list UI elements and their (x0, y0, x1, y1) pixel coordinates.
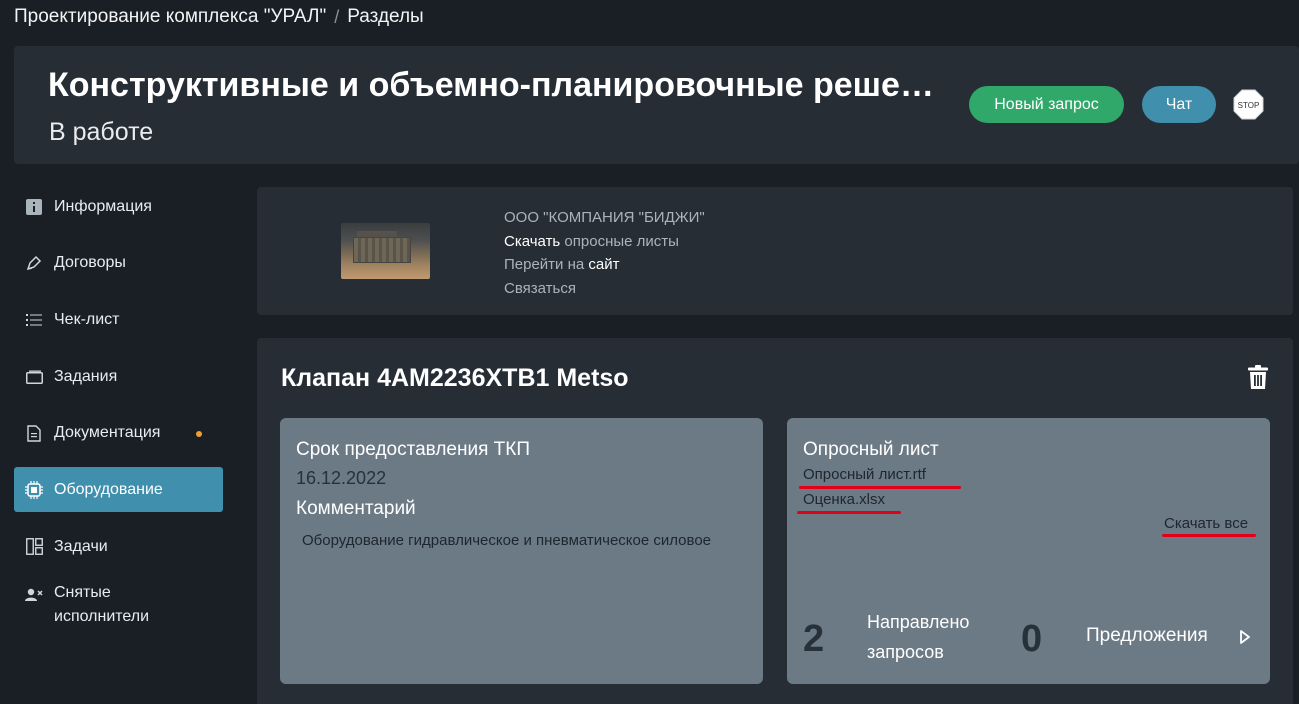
equipment-thumbnail (341, 223, 430, 279)
chevron-right-icon[interactable] (1239, 629, 1251, 645)
sent-label: Направлено запросов (867, 607, 969, 667)
notification-dot (196, 430, 202, 437)
goto-prefix: Перейти на (504, 256, 589, 273)
file-link-rtf[interactable]: Опросный лист.rtf (803, 466, 926, 483)
comment-value: Оборудование гидравлическое и пневматиче… (302, 532, 712, 549)
stop-button[interactable]: STOP (1233, 89, 1264, 120)
file-link-xlsx[interactable]: Оценка.xlsx (803, 491, 885, 508)
stop-label: STOP (1238, 101, 1260, 110)
sidebar-item-label: Задачи (54, 537, 108, 555)
page-status: В работе (49, 118, 154, 146)
contact-link[interactable]: Связаться (504, 277, 705, 301)
sidebar-item-label: Договоры (54, 254, 126, 272)
download-questionnaires-link[interactable]: Скачать опросные листы (504, 230, 705, 254)
deadline-value: 16.12.2022 (296, 468, 387, 488)
sidebar-item-documentation[interactable]: Документация (14, 411, 223, 456)
breadcrumb-separator: / (334, 6, 340, 27)
sidebar-item-label: Документация (54, 424, 161, 442)
breadcrumb-current[interactable]: Разделы (347, 6, 423, 28)
sidebar-item-equipment[interactable]: Оборудование (14, 467, 223, 513)
offers-count: 0 (1021, 618, 1043, 660)
sidebar-item-removed-executors[interactable]: Снятые исполнители (14, 581, 223, 643)
site-word[interactable]: сайт (588, 256, 619, 273)
sidebar-item-contracts[interactable]: Договоры (14, 241, 223, 286)
header-panel: Конструктивные и объемно-планировочные р… (14, 46, 1299, 164)
sidebar-item-tasks[interactable]: Задачи (14, 524, 223, 569)
user-remove-icon (24, 585, 44, 605)
download-all-link[interactable]: Скачать все (1164, 515, 1248, 532)
sidebar-item-label: Снятые исполнители (54, 583, 150, 625)
red-highlight-rtf (799, 486, 961, 489)
sidebar-item-label: Оборудование (54, 480, 163, 498)
checklist-icon (24, 310, 44, 330)
offers-link[interactable]: Предложения (1086, 625, 1208, 647)
equipment-card: Клапан 4AM2236XTB1 Metso Срок предоставл… (257, 338, 1293, 704)
sidebar-item-assignments[interactable]: Задания (14, 354, 223, 399)
breadcrumb: Проектирование комплекса "УРАЛ" / Раздел… (14, 6, 424, 28)
download-rest: опросные листы (560, 232, 679, 250)
deadline-label: Срок предоставления ТКП (296, 439, 530, 460)
sidebar-item-checklist[interactable]: Чек-лист (14, 297, 223, 342)
questionnaire-card: Опросный лист Опросный лист.rtf Оценка.x… (787, 418, 1270, 684)
new-request-button[interactable]: Новый запрос (969, 86, 1124, 123)
info-icon (24, 197, 44, 217)
chip-icon (24, 480, 44, 500)
company-name: ООО "КОМПАНИЯ "БИДЖИ" (504, 209, 705, 226)
document-icon (24, 423, 44, 443)
equipment-title: Клапан 4AM2236XTB1 Metso (281, 364, 629, 392)
sent-count: 2 (803, 618, 825, 660)
sidebar-item-info[interactable]: Информация (14, 184, 223, 229)
tasks-folder-icon (24, 367, 44, 387)
questionnaire-label: Опросный лист (803, 439, 939, 460)
sidebar: Информация Договоры Чек-лист Задания Док… (14, 184, 223, 655)
pen-icon (24, 253, 44, 273)
sidebar-item-label: Чек-лист (54, 310, 120, 328)
stop-sign-icon: STOP (1233, 89, 1264, 120)
sidebar-item-label: Информация (54, 197, 152, 215)
sidebar-item-label: Задания (54, 367, 118, 385)
download-word[interactable]: Скачать (504, 233, 560, 250)
dashboard-icon (24, 537, 44, 557)
sent-label-line1: Направлено (867, 612, 970, 632)
red-highlight-xlsx (797, 511, 901, 514)
goto-site-link[interactable]: Перейти на сайт (504, 253, 705, 277)
chat-button[interactable]: Чат (1142, 86, 1216, 123)
breadcrumb-project[interactable]: Проектирование комплекса "УРАЛ" (14, 6, 326, 28)
trash-icon[interactable] (1247, 365, 1269, 390)
comment-label: Комментарий (296, 498, 416, 519)
company-card: ООО "КОМПАНИЯ "БИДЖИ" Скачать опросные л… (257, 187, 1293, 315)
page-title: Конструктивные и объемно-планировочные р… (48, 66, 953, 104)
red-highlight-download-all (1162, 534, 1256, 537)
company-info: ООО "КОМПАНИЯ "БИДЖИ" Скачать опросные л… (504, 206, 705, 300)
deadline-card: Срок предоставления ТКП 16.12.2022 Комме… (280, 418, 763, 684)
sent-label-line2: запросов (867, 642, 944, 662)
